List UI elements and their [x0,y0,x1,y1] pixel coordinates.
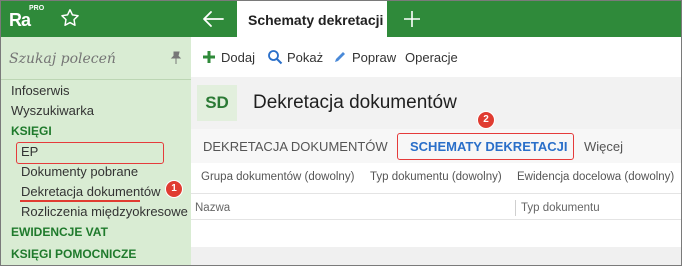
logo-badge: PRO [29,5,45,12]
operations-label: Operacje [405,50,458,65]
sidebar-section-ksiegi-pomocnicze[interactable]: KSIĘGI POMOCNICZE [11,247,136,261]
step-badge-1: 1 [165,180,183,198]
plus-icon [203,51,215,63]
command-search [1,37,191,80]
filter-register[interactable]: Ewidencja docelowa (dowolny) [517,171,674,183]
module-code: SD [197,85,237,121]
view-tabs: DEKRETACJA DOKUMENTÓW SCHEMATY DEKRETACJ… [191,129,681,164]
new-tab-plus-icon[interactable] [401,8,423,30]
logo-text: Ra [9,10,31,30]
top-bar: Ra PRO Schematy dekretacji [1,1,681,37]
tab-more[interactable]: Więcej [584,139,623,154]
sidebar-item-rozliczenia[interactable]: Rozliczenia międzyokresowe [21,204,188,219]
tab-dekretacja-dokumentow[interactable]: DEKRETACJA DOKUMENTÓW [203,139,388,154]
page-title: Dekretacja dokumentów [253,92,457,113]
filter-group[interactable]: Grupa dokumentów (dowolny) [201,171,354,183]
add-button[interactable]: Dodaj [201,49,261,67]
toolbar: Dodaj Pokaż Popraw Operacje [191,37,681,77]
show-button[interactable]: Pokaż [267,49,325,67]
tab-schematy-dekretacji[interactable]: SCHEMATY DEKRETACJI [410,139,567,154]
page-header: SD Dekretacja dokumentów [191,77,681,129]
sidebar-item-dekretacja-dokumentow[interactable]: Dekretacja dokumentów [21,184,160,199]
column-separator [515,200,516,216]
sidebar-item-infoserwis[interactable]: Infoserwis [11,83,70,98]
app-window: Ra PRO Schematy dekretacji Infoserwis Wy… [0,0,682,266]
sidebar-item-wyszukiwarka[interactable]: Wyszukiwarka [11,103,94,118]
filter-bar: Grupa dokumentów (dowolny) Typ dokumentu… [191,163,681,194]
edit-button[interactable]: Popraw [332,49,398,67]
pin-icon[interactable] [170,51,182,65]
tab-schematy-dekretacji[interactable]: Schematy dekretacji [237,1,387,37]
sidebar-section-ksiegi[interactable]: KSIĘGI [11,124,52,138]
column-doc-type[interactable]: Typ dokumentu [521,202,600,214]
search-input[interactable] [9,48,159,70]
sidebar-section-ewidencje-vat[interactable]: EWIDENCJE VAT [11,225,108,239]
star-icon[interactable] [59,7,81,29]
highlight-dekretacja-box [16,142,164,164]
filter-type[interactable]: Typ dokumentu (dowolny) [370,171,502,183]
pencil-icon [335,52,345,62]
back-arrow-icon[interactable] [201,9,225,29]
edit-label: Popraw [352,50,397,65]
operations-menu[interactable]: Operacje [405,49,465,67]
magnifier-icon [268,50,283,65]
app-logo: Ra PRO [7,4,45,34]
step-badge-2: 2 [477,111,495,129]
highlight-underline [20,200,140,202]
column-name[interactable]: Nazwa [195,202,230,214]
show-label: Pokaż [287,50,324,65]
sidebar-item-dokumenty-pobrane[interactable]: Dokumenty pobrane [21,164,138,179]
add-label: Dodaj [221,50,255,65]
table-footer-bar [191,247,681,265]
table-header: Nazwa Typ dokumentu [191,197,681,220]
tab-label: Schematy dekretacji [248,12,384,28]
